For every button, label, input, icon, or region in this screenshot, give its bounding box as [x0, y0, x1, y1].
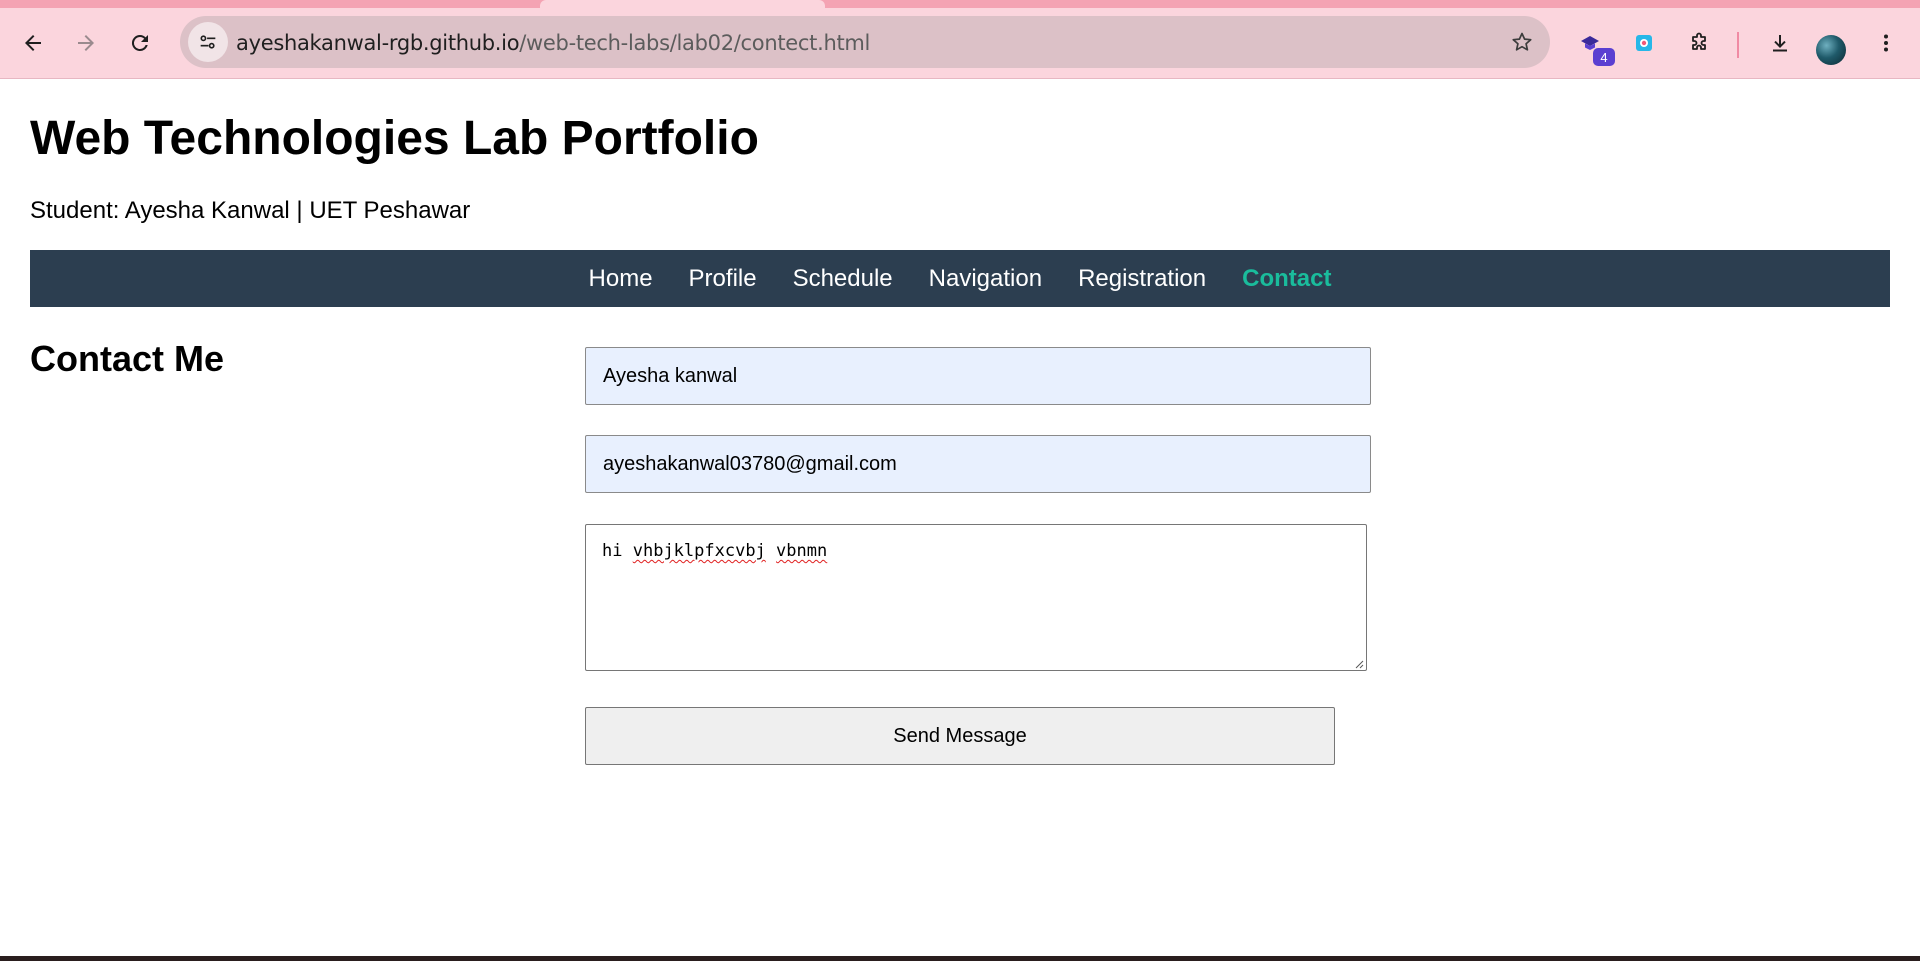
message-word-misspelled: vbnmn	[776, 541, 828, 561]
name-input[interactable]	[585, 347, 1371, 405]
taskbar-edge	[0, 956, 1920, 961]
send-message-button[interactable]: Send Message	[585, 707, 1335, 765]
star-icon	[1512, 32, 1532, 51]
profile-avatar[interactable]	[1816, 35, 1846, 65]
site-info-icon	[200, 35, 216, 49]
color-picker-extension[interactable]	[1625, 24, 1663, 62]
nav-link-registration[interactable]: Registration	[1078, 265, 1206, 293]
downloads-button[interactable]	[1761, 24, 1799, 62]
back-arrow-icon	[25, 35, 41, 51]
message-word: hi	[602, 541, 623, 561]
browser-toolbar: ayeshakanwal-rgb.github.io/web-tech-labs…	[0, 8, 1920, 79]
contact-heading: Contact Me	[30, 338, 225, 379]
student-subtitle: Student: Ayesha Kanwal | UET Peshawar	[30, 197, 471, 224]
site-info-button[interactable]	[188, 22, 228, 62]
url-host: ayeshakanwal-rgb.github.io	[236, 31, 520, 55]
back-button[interactable]	[14, 24, 52, 62]
extensions-menu-button[interactable]	[1680, 24, 1718, 62]
message-textarea[interactable]: hi vhbjklpfxcvbj vbnmn	[585, 524, 1367, 671]
message-word-misspelled: vhbjklpfxcvbj	[632, 541, 766, 561]
color-picker-icon	[1636, 35, 1652, 51]
extension-badge: 4	[1593, 48, 1615, 66]
nav-link-home[interactable]: Home	[589, 265, 653, 293]
nav-link-navigation[interactable]: Navigation	[929, 265, 1042, 293]
url-path: /web-tech-labs/lab02/contect.html	[519, 31, 871, 55]
toolbar-separator	[1737, 32, 1739, 58]
nav-link-contact[interactable]: Contact	[1242, 265, 1331, 293]
main-nav: Home Profile Schedule Navigation Registr…	[30, 250, 1890, 307]
page-title: Web Technologies Lab Portfolio	[30, 112, 759, 165]
browser-menu-button[interactable]	[1867, 24, 1905, 62]
forward-button[interactable]	[67, 24, 105, 62]
more-vert-icon	[1884, 34, 1888, 52]
tab-strip	[0, 0, 1920, 8]
page-content: Web Technologies Lab Portfolio Student: …	[0, 79, 1920, 956]
download-icon	[1773, 35, 1787, 52]
reload-icon	[131, 34, 148, 51]
resize-grip-icon[interactable]	[1354, 659, 1364, 669]
nav-link-schedule[interactable]: Schedule	[793, 265, 893, 293]
address-bar[interactable]: ayeshakanwal-rgb.github.io/web-tech-labs…	[180, 16, 1550, 68]
puzzle-icon	[1692, 32, 1706, 50]
active-tab[interactable]	[540, 0, 825, 8]
url-text[interactable]: ayeshakanwal-rgb.github.io/web-tech-labs…	[236, 31, 870, 55]
bookmark-button[interactable]	[1508, 28, 1536, 56]
reload-button[interactable]	[121, 24, 159, 62]
forward-arrow-icon	[78, 35, 94, 51]
email-input[interactable]	[585, 435, 1371, 493]
nav-link-profile[interactable]: Profile	[689, 265, 757, 293]
